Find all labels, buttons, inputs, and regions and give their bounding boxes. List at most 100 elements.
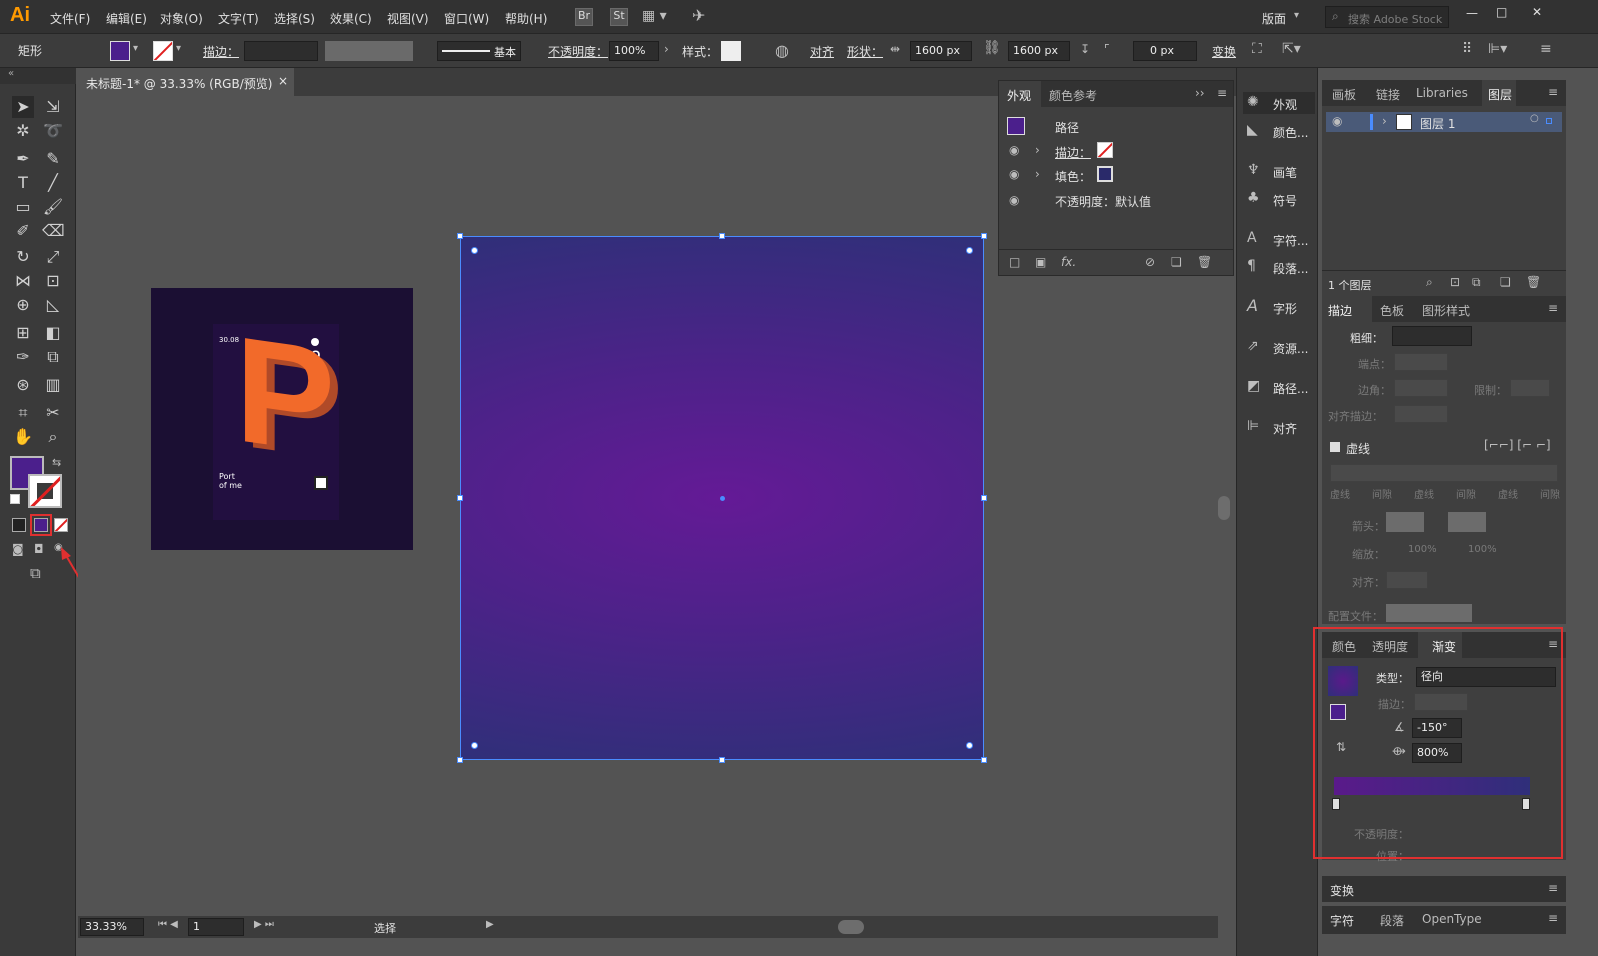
rectangle-tool-icon[interactable]: ▭ (12, 196, 34, 218)
tab-links[interactable]: 链接 (1376, 86, 1400, 103)
lasso-tool-icon[interactable]: ➰ (42, 120, 64, 142)
menu-select[interactable]: 选择(S) (274, 10, 315, 27)
cap-buttons[interactable] (1394, 353, 1448, 371)
corner-type-icon[interactable]: ⌜ (1104, 42, 1110, 56)
tab-paragraph[interactable]: 段落 (1380, 912, 1404, 929)
menu-type[interactable]: 文字(T) (218, 10, 259, 27)
panel-menu-icon[interactable]: ≡ (1548, 85, 1558, 99)
transform-link[interactable]: 变换 (1212, 43, 1236, 60)
dock-brushes[interactable]: 画笔 (1273, 164, 1297, 181)
vertical-scrollbar[interactable] (1218, 496, 1230, 520)
stock-button[interactable]: St (610, 8, 628, 26)
handle-right[interactable] (981, 495, 987, 501)
handle-top-left[interactable] (457, 233, 463, 239)
align-link[interactable]: 对齐 (810, 43, 834, 60)
fill-row-label[interactable]: 填色： (1055, 168, 1091, 185)
color-mode-button[interactable] (12, 518, 26, 532)
add-fill-icon[interactable]: ▣ (1035, 255, 1046, 269)
eyedropper-tool-icon[interactable]: ✑ (12, 346, 34, 368)
stroke-color-box[interactable] (28, 474, 62, 508)
draw-behind-icon[interactable]: ◘ (34, 542, 44, 556)
clear-appearance-icon[interactable]: ⊘ (1145, 255, 1155, 269)
panel-menu-icon[interactable]: ≡ (1540, 41, 1552, 57)
align-stroke-buttons[interactable] (1394, 405, 1448, 423)
stroke-row-label[interactable]: 描边： (1055, 144, 1091, 161)
selection-indicator[interactable] (1546, 118, 1552, 124)
chevron-right-icon[interactable]: › (1382, 114, 1387, 128)
corner-widget[interactable] (471, 742, 478, 749)
handle-left[interactable] (457, 495, 463, 501)
pen-tool-icon[interactable]: ✒ (12, 148, 34, 170)
handle-top[interactable] (719, 233, 725, 239)
paintbrush-tool-icon[interactable]: 🖌 (42, 196, 64, 218)
recolor-artwork-icon[interactable]: ◍ (775, 41, 789, 60)
mesh-tool-icon[interactable]: ⊞ (12, 322, 34, 344)
trash-icon[interactable]: 🗑 (1197, 255, 1212, 269)
menu-object[interactable]: 对象(O) (160, 10, 203, 27)
menu-effect[interactable]: 效果(C) (330, 10, 372, 27)
hand-tool-icon[interactable]: ✋ (12, 426, 34, 448)
none-mode-button[interactable] (54, 518, 68, 532)
tab-character[interactable]: 字符 (1330, 912, 1354, 929)
workspace-switcher[interactable]: 版面 (1262, 10, 1286, 27)
dash-gap-fields[interactable] (1330, 464, 1558, 482)
corner-widget[interactable] (471, 247, 478, 254)
direct-selection-tool-icon[interactable]: ⇲ (42, 96, 64, 118)
stroke-swatch[interactable] (153, 41, 173, 61)
shape-label[interactable]: 形状： (847, 43, 883, 60)
add-stroke-icon[interactable]: □ (1009, 255, 1020, 269)
swap-colors-icon[interactable]: ⇆ (52, 456, 61, 469)
selection-tool-icon[interactable]: ➤ (12, 96, 34, 118)
eye-icon[interactable]: ◉ (1009, 143, 1019, 157)
screen-mode-icon[interactable]: ⧉ (30, 564, 41, 582)
handle-top-right[interactable] (981, 233, 987, 239)
eraser-tool-icon[interactable]: ⌫ (42, 220, 65, 242)
duplicate-item-icon[interactable]: ❏ (1171, 255, 1182, 269)
grid-icon[interactable]: ⠿ (1462, 41, 1472, 57)
handle-bottom-right[interactable] (981, 757, 987, 763)
height-field[interactable]: 1600 px (1008, 41, 1070, 61)
fill-gradient-swatch[interactable] (1097, 166, 1113, 182)
dock-paragraph[interactable]: 段落... (1273, 260, 1308, 277)
handle-bottom[interactable] (719, 757, 725, 763)
chevron-down-icon[interactable]: ▾ (176, 43, 181, 54)
dock-appearance[interactable]: 外观 (1273, 96, 1297, 113)
minimize-button[interactable]: — (1466, 6, 1478, 20)
stroke-none-swatch[interactable] (1097, 142, 1113, 158)
menu-edit[interactable]: 编辑(E) (106, 10, 147, 27)
corner-widget[interactable] (966, 742, 973, 749)
brush-definition[interactable]: 基本 (437, 41, 521, 61)
opacity-field[interactable]: 100% (609, 41, 659, 61)
first-artboard-icon[interactable]: ⏮ ◀ (158, 919, 178, 930)
shaper-tool-icon[interactable]: ✐ (12, 220, 34, 242)
restore-button[interactable]: □ (1496, 5, 1507, 19)
slice-tool-icon[interactable]: ✂ (42, 402, 64, 424)
tab-layers[interactable]: 图层 (1488, 86, 1512, 103)
eye-icon[interactable]: ◉ (1009, 193, 1019, 207)
dock-glyphs[interactable]: 字形 (1273, 300, 1297, 317)
artboard-number-field[interactable]: 1 (188, 918, 244, 936)
close-tab-icon[interactable]: × (278, 74, 288, 88)
menu-file[interactable]: 文件(F) (50, 10, 90, 27)
tab-stroke[interactable]: 描边 (1328, 302, 1352, 319)
poster-artwork[interactable]: 30.08 SO P P Port of me (151, 288, 413, 550)
next-artboard-icon[interactable]: ▶ ⏭ (254, 919, 274, 930)
opacity-row-label[interactable]: 不透明度：默认值 (1055, 193, 1151, 210)
panel-menu-icon[interactable]: ≡ (1217, 86, 1227, 100)
profile-select[interactable] (1386, 604, 1472, 622)
make-clipping-mask-icon[interactable]: ⧉ (1472, 275, 1481, 290)
export-collect-icon[interactable]: ⊡ (1450, 275, 1460, 289)
menu-view[interactable]: 视图(V) (387, 10, 429, 27)
column-graph-tool-icon[interactable]: ▥ (42, 374, 64, 396)
eye-icon[interactable]: ◉ (1332, 114, 1342, 128)
panel-menu-icon[interactable]: ≡ (1548, 911, 1558, 925)
tab-graphic-styles[interactable]: 图形样式 (1422, 302, 1470, 319)
type-tool-icon[interactable]: T (12, 172, 34, 194)
corner-buttons[interactable] (1394, 379, 1448, 397)
arrow-start-select[interactable] (1386, 512, 1424, 532)
dash-align-icon[interactable]: [⌐⌐] [⌐ ⌐] (1484, 438, 1551, 452)
tab-artboards[interactable]: 画板 (1332, 86, 1356, 103)
dock-character[interactable]: 字符... (1273, 232, 1308, 249)
dashed-checkbox[interactable] (1330, 442, 1340, 452)
arrow-scale-start[interactable]: 100% (1408, 544, 1437, 555)
